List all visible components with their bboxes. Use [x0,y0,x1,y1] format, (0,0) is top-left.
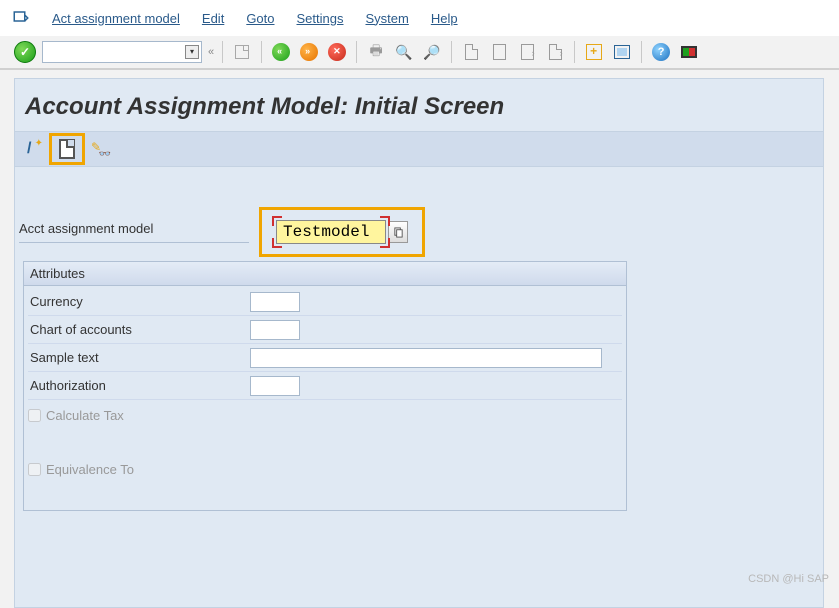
print-button[interactable]: 🖶 [365,41,387,63]
calculate-tax-row: Calculate Tax [28,402,622,428]
shortcut-button[interactable] [611,41,633,63]
acct-model-label: Acct assignment model [19,221,249,243]
prev-page-button[interactable] [488,41,510,63]
acct-model-input[interactable] [276,220,386,244]
cancel-button[interactable]: ✕ [326,41,348,63]
shortcut-icon [614,45,630,59]
calculate-tax-checkbox[interactable] [28,409,41,422]
menu-act-assignment-model[interactable]: Act assignment model [52,11,180,26]
menu-edit[interactable]: Edit [202,11,224,26]
chart-of-accounts-row: Chart of accounts [28,316,622,344]
last-page-button[interactable] [544,41,566,63]
exit-button[interactable]: » [298,41,320,63]
toolbar-separator [451,41,452,63]
menu-help[interactable]: Help [431,11,458,26]
watermark: CSDN @Hi SAP [748,573,829,585]
command-field[interactable]: ▾ [42,41,202,63]
application-toolbar [15,131,823,167]
collapse-toolbar-icon[interactable]: « [208,46,214,58]
standard-toolbar: ▾ « « » ✕ 🖶 🔍 🔎 ? [0,36,839,70]
wizard-icon [25,140,43,158]
first-page-icon [465,44,478,60]
currency-row: Currency [28,288,622,316]
find-button[interactable]: 🔍 [393,41,415,63]
new-session-icon [586,44,602,60]
help-icon: ? [652,43,670,61]
equivalence-row: Equivalence To [28,456,622,482]
help-button[interactable]: ? [650,41,672,63]
menu-bar: Act assignment model Edit Goto Settings … [0,0,839,36]
toolbar-separator [574,41,575,63]
wizard-button[interactable] [23,138,45,160]
print-icon: 🖶 [370,40,383,64]
authorization-label: Authorization [28,378,250,393]
attributes-group: Attributes Currency Chart of accounts Sa… [23,261,627,511]
find-next-button[interactable]: 🔎 [421,41,443,63]
back-icon: « [272,43,290,61]
next-page-icon [521,44,534,60]
calculate-tax-label: Calculate Tax [46,408,124,423]
f4-help-button[interactable] [388,221,408,243]
currency-label: Currency [28,294,250,309]
find-next-icon: 🔎 [423,44,440,61]
attributes-title: Attributes [24,262,626,286]
sample-text-label: Sample text [28,350,250,365]
chart-of-accounts-label: Chart of accounts [28,322,250,337]
equivalence-checkbox[interactable] [28,463,41,476]
toolbar-separator [261,41,262,63]
menu-goto[interactable]: Goto [246,11,274,26]
next-page-button[interactable] [516,41,538,63]
command-dropdown-icon[interactable]: ▾ [185,45,199,59]
menu-settings[interactable]: Settings [297,11,344,26]
save-button[interactable] [231,41,253,63]
currency-input[interactable] [250,292,300,312]
back-button[interactable]: « [270,41,292,63]
system-menu-icon[interactable] [12,9,30,27]
toolbar-separator [641,41,642,63]
new-session-button[interactable] [583,41,605,63]
equivalence-label: Equivalence To [46,462,134,477]
prev-page-icon [493,44,506,60]
authorization-input[interactable] [250,376,300,396]
first-page-button[interactable] [460,41,482,63]
exit-icon: » [300,43,318,61]
toolbar-separator [356,41,357,63]
enter-button[interactable] [14,41,36,63]
page-title: Account Assignment Model: Initial Screen [15,79,823,131]
authorization-row: Authorization [28,372,622,400]
toolbar-separator [222,41,223,63]
layout-icon [681,46,697,58]
f4-help-icon [393,227,404,238]
change-button[interactable] [89,138,111,160]
find-icon: 🔍 [395,44,412,61]
sample-text-input[interactable] [250,348,602,368]
main-fields: Acct assignment model Attributes Currenc… [15,167,823,521]
content-area: Account Assignment Model: Initial Screen… [14,78,824,608]
save-icon [235,45,249,59]
create-highlight [49,133,85,165]
create-icon [59,139,75,159]
menu-system[interactable]: System [365,11,408,26]
acct-model-row: Acct assignment model [19,217,819,247]
chart-of-accounts-input[interactable] [250,320,300,340]
change-icon [91,140,109,158]
acct-model-highlight [259,207,425,257]
layout-button[interactable] [678,41,700,63]
last-page-icon [549,44,562,60]
create-button[interactable] [56,138,78,160]
cancel-icon: ✕ [328,43,346,61]
sample-text-row: Sample text [28,344,622,372]
